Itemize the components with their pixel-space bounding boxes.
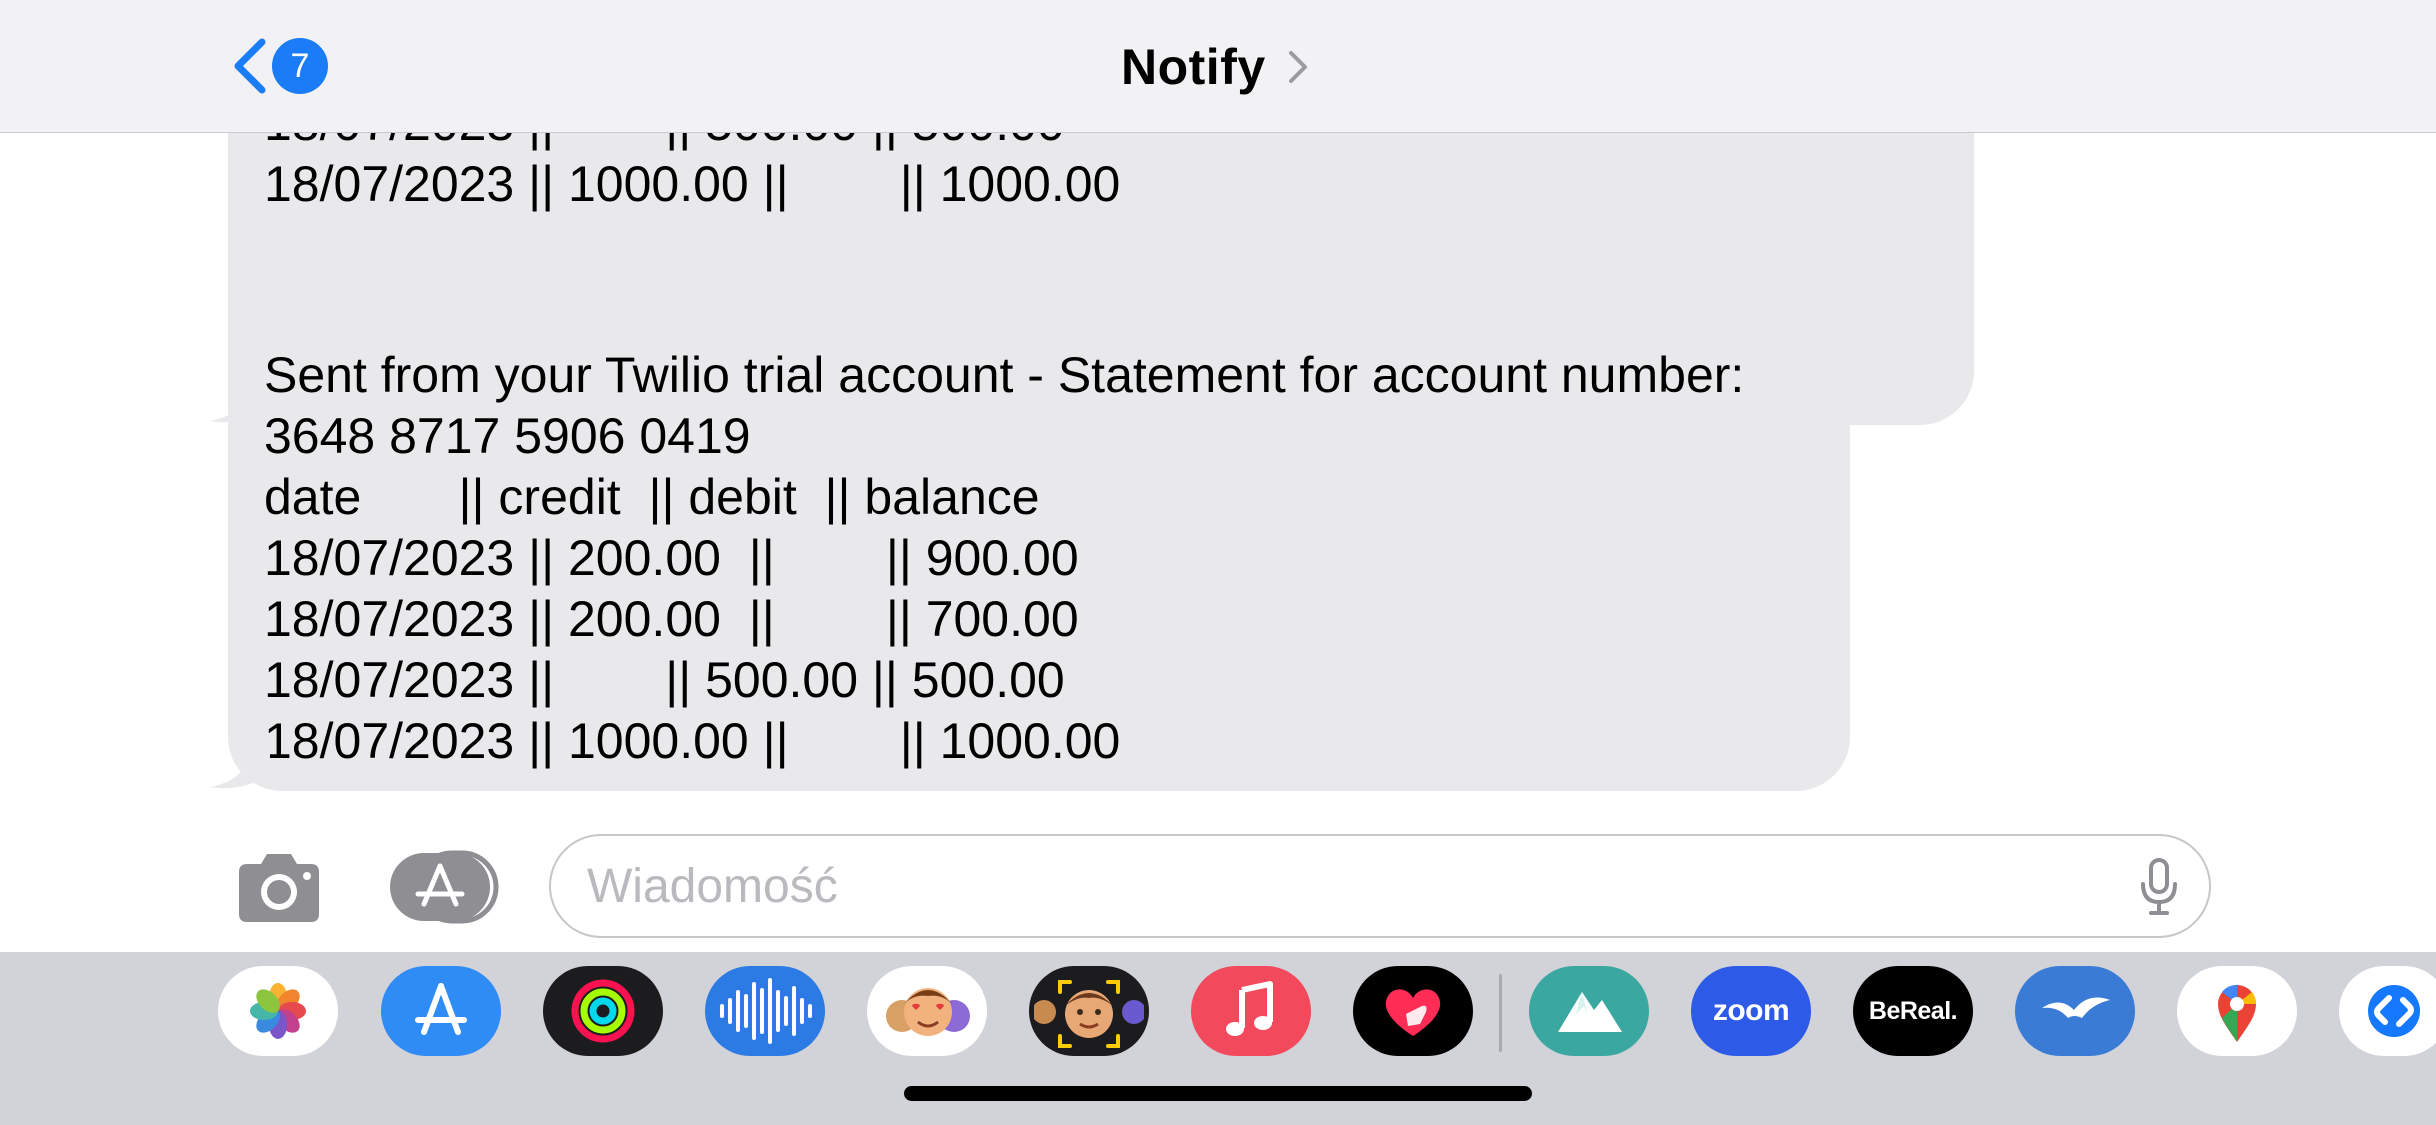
app-app-store[interactable]	[381, 966, 501, 1056]
app-store-apps-icon	[390, 850, 499, 924]
camera-icon	[239, 854, 319, 922]
google-maps-icon	[2218, 984, 2257, 1042]
chevron-right-icon	[1288, 51, 1307, 83]
bereal-icon: BeReal.	[1868, 996, 1958, 1025]
shazam-icon	[2368, 985, 2420, 1037]
audio-waveform-icon	[720, 978, 812, 1044]
app-photos[interactable]	[218, 966, 338, 1056]
back-button[interactable]: 7	[222, 32, 332, 100]
heart-touch-icon	[1385, 989, 1441, 1036]
app-audio-message[interactable]	[705, 966, 825, 1056]
mountains-icon	[1558, 992, 1622, 1032]
app-digital-touch[interactable]	[1353, 966, 1473, 1056]
activity-rings-icon	[571, 979, 635, 1043]
contact-name: Notify	[1121, 39, 1266, 95]
app-bird[interactable]	[2015, 966, 2135, 1056]
message-bubble[interactable]: Sent from your Twilio trial account - St…	[228, 321, 1850, 791]
app-animoji[interactable]	[1029, 966, 1149, 1056]
app-store-icon	[415, 983, 467, 1035]
animoji-icon	[1034, 980, 1144, 1048]
app-music[interactable]	[1191, 966, 1311, 1056]
bubble-tail	[210, 741, 270, 789]
microphone-icon	[2141, 858, 2177, 915]
photos-icon	[250, 983, 306, 1039]
conversation-header: 7 Notify	[0, 0, 2436, 133]
contact-details-button[interactable]: Notify	[1121, 36, 1310, 98]
camera-button[interactable]	[233, 850, 325, 924]
music-note-icon	[1226, 981, 1273, 1036]
app-fitness[interactable]	[543, 966, 663, 1056]
message-input[interactable]	[587, 850, 2067, 922]
chevron-left-icon	[234, 38, 266, 94]
dictation-button[interactable]	[2131, 856, 2187, 918]
message-input-container[interactable]	[549, 834, 2211, 938]
memoji-stickers-icon	[886, 988, 970, 1036]
app-google-maps[interactable]	[2177, 966, 2297, 1056]
app-mountains[interactable]	[1529, 966, 1649, 1056]
app-drawer: zoom BeReal.	[0, 952, 2436, 1125]
app-memoji-stickers[interactable]	[867, 966, 987, 1056]
message-list[interactable]: 18/07/2023 || 200.00 || || 1200.00 18/07…	[0, 133, 2436, 810]
drawer-divider	[1499, 974, 1502, 1052]
bird-icon	[2042, 997, 2110, 1018]
zoom-icon: zoom	[1712, 994, 1790, 1027]
app-shazam[interactable]	[2339, 966, 2436, 1056]
apps-button[interactable]	[388, 850, 502, 924]
unread-count-badge: 7	[272, 38, 328, 94]
app-bereal[interactable]: BeReal.	[1853, 966, 1973, 1056]
home-indicator	[904, 1086, 1532, 1101]
app-zoom[interactable]: zoom	[1691, 966, 1811, 1056]
